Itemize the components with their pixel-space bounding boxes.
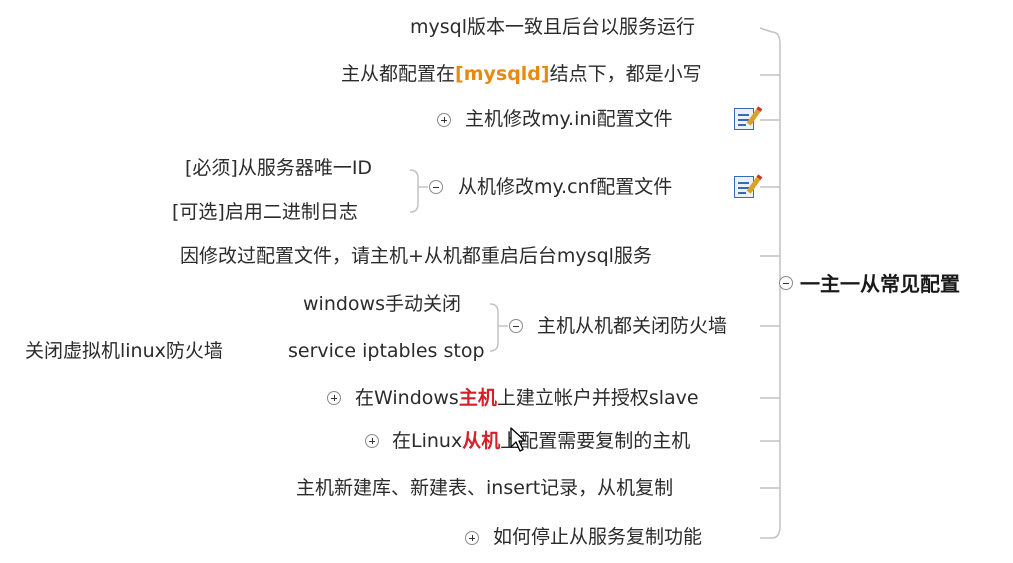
root-node[interactable]: 一主一从常见配置 bbox=[800, 268, 960, 297]
branch-label: mysql版本一致且后台以服务运行 bbox=[410, 16, 695, 38]
b6-child-iptables[interactable]: service iptables stop bbox=[288, 339, 485, 363]
root-collapse-toggle[interactable] bbox=[779, 276, 793, 290]
branch-firewall[interactable]: 主机从机都关闭防火墙 bbox=[537, 314, 727, 338]
child-label: [必须]从服务器唯一ID bbox=[185, 157, 373, 179]
expand-toggle[interactable] bbox=[465, 531, 479, 545]
child-label: service iptables stop bbox=[288, 340, 485, 362]
branch-config-master-on-slave[interactable]: 在Linux从机上配置需要复制的主机 bbox=[392, 429, 690, 453]
branch-slave-config[interactable]: 从机修改my.cnf配置文件 bbox=[458, 175, 672, 199]
branch-grant-slave[interactable]: 在Windows主机上建立帐户并授权slave bbox=[355, 386, 699, 410]
branch-label-highlight: [mysqld] bbox=[455, 63, 550, 85]
note-icon[interactable] bbox=[734, 174, 763, 198]
branch-label: 因修改过配置文件，请主机+从机都重启后台mysql服务 bbox=[180, 245, 652, 267]
child-label: 关闭虚拟机linux防火墙 bbox=[25, 340, 223, 362]
b6-child-windows[interactable]: windows手动关闭 bbox=[303, 292, 461, 316]
branch-stop-replication[interactable]: 如何停止从服务复制功能 bbox=[493, 525, 702, 549]
branch-label: 主机修改my.ini配置文件 bbox=[465, 108, 673, 130]
b4-child-optional[interactable]: [可选]启用二进制日志 bbox=[172, 200, 358, 224]
branch-label: 如何停止从服务复制功能 bbox=[493, 526, 703, 548]
branch-label: 从机修改my.cnf配置文件 bbox=[458, 176, 673, 198]
branch-restart-service[interactable]: 因修改过配置文件，请主机+从机都重启后台mysql服务 bbox=[180, 244, 652, 268]
branch-label-post: 上配置需要复制的主机 bbox=[500, 430, 691, 452]
branch-label: 主机新建库、新建表、insert记录，从机复制 bbox=[296, 477, 674, 499]
branch-test-replication[interactable]: 主机新建库、新建表、insert记录，从机复制 bbox=[296, 476, 673, 500]
branch-master-config[interactable]: 主机修改my.ini配置文件 bbox=[465, 107, 673, 131]
expand-toggle[interactable] bbox=[437, 113, 451, 127]
branch-label-pre: 在Windows bbox=[355, 387, 459, 409]
branch-label-highlight: 从机 bbox=[462, 430, 501, 452]
branch-label-post: 上建立帐户并授权slave bbox=[496, 387, 699, 409]
child-label: [可选]启用二进制日志 bbox=[172, 201, 358, 223]
branch-mysqld-section[interactable]: 主从都配置在[mysqld]结点下，都是小写 bbox=[341, 62, 702, 86]
mouse-cursor-icon bbox=[510, 427, 526, 452]
branch-label-pre: 在Linux bbox=[392, 430, 463, 452]
collapse-toggle[interactable] bbox=[509, 319, 523, 333]
branch-label-pre: 主从都配置在 bbox=[341, 63, 456, 85]
note-icon[interactable] bbox=[734, 106, 763, 130]
branch-label-highlight: 主机 bbox=[458, 387, 497, 409]
branch-label-post: 结点下，都是小写 bbox=[549, 63, 702, 85]
b6-grandchild[interactable]: 关闭虚拟机linux防火墙 bbox=[25, 339, 223, 363]
branch-label: 主机从机都关闭防火墙 bbox=[537, 315, 728, 337]
expand-toggle[interactable] bbox=[365, 434, 379, 448]
branch-mysql-version[interactable]: mysql版本一致且后台以服务运行 bbox=[410, 15, 695, 39]
collapse-toggle[interactable] bbox=[429, 180, 443, 194]
expand-toggle[interactable] bbox=[327, 391, 341, 405]
b4-child-required[interactable]: [必须]从服务器唯一ID bbox=[185, 156, 372, 180]
child-label: windows手动关闭 bbox=[303, 293, 461, 315]
